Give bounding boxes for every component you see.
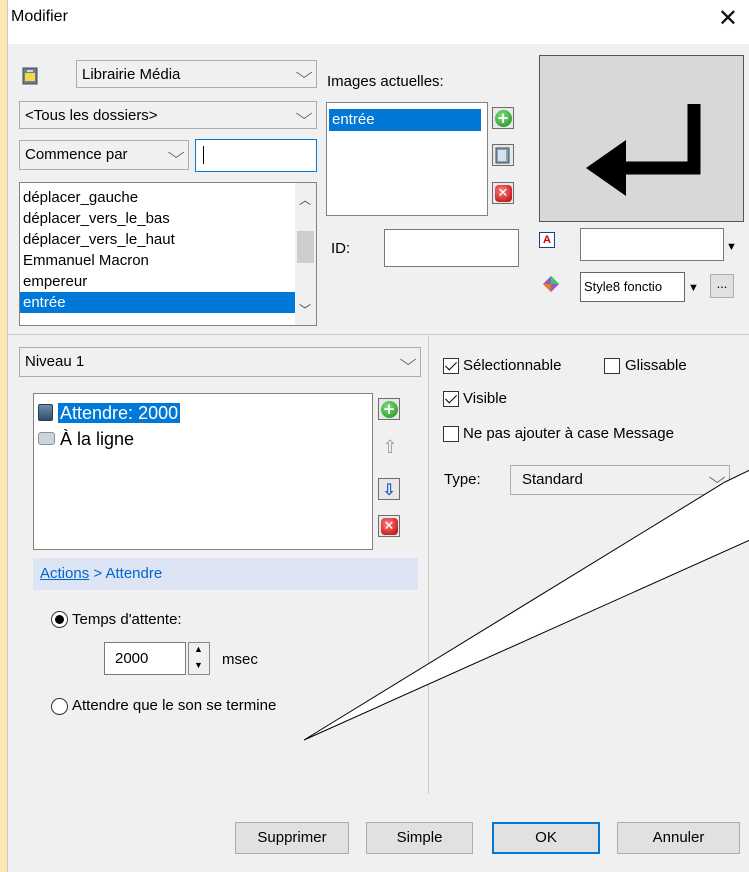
callout-pointer xyxy=(303,469,749,741)
modifier-dialog: Modifier ✕ Librairie Média ⌵ <Tous les d… xyxy=(7,0,749,872)
